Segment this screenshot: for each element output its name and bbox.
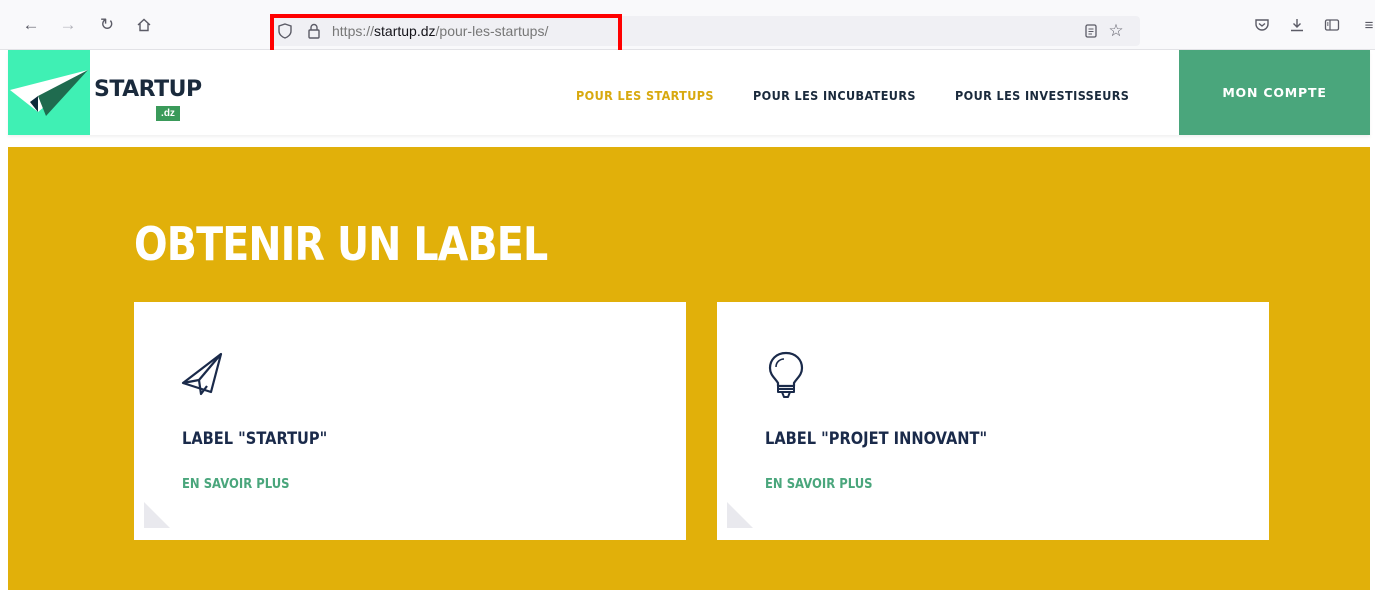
browser-toolbar: ← → ↻ https://startup.dz/pour-les-startu… <box>0 0 1375 61</box>
home-icon[interactable] <box>133 14 155 36</box>
logo-mark[interactable] <box>8 50 90 135</box>
menu-icon[interactable]: ≡ <box>1358 15 1375 35</box>
hero-section: OBTENIR UN LABEL LABEL "STARTUP" EN SAVO… <box>8 147 1370 590</box>
sidebar-icon[interactable] <box>1321 15 1343 35</box>
logo-suffix: .dz <box>156 106 180 121</box>
url-scheme: https:// <box>332 23 375 39</box>
nav-pour-les-startups[interactable]: POUR LES STARTUPS <box>576 88 714 103</box>
pocket-icon[interactable] <box>1251 15 1273 35</box>
nav-pour-les-investisseurs[interactable]: POUR LES INVESTISSEURS <box>955 88 1129 103</box>
reload-icon[interactable]: ↻ <box>96 14 118 36</box>
corner-triangle-icon <box>144 502 170 528</box>
paper-plane-logo-icon <box>10 70 88 116</box>
lock-icon[interactable] <box>306 23 322 39</box>
paper-plane-icon <box>181 352 223 396</box>
page-title: OBTENIR UN LABEL <box>134 217 548 271</box>
logo-text[interactable]: STARTUP <box>94 77 202 102</box>
nav-pour-les-incubateurs[interactable]: POUR LES INCUBATEURS <box>753 88 916 103</box>
reader-view-icon[interactable] <box>1083 23 1099 39</box>
address-bar[interactable]: https://startup.dz/pour-les-startups/ ☆ <box>270 16 1140 46</box>
en-savoir-plus-link[interactable]: EN SAVOIR PLUS <box>765 476 872 492</box>
url-path: /pour-les-startups/ <box>435 23 549 39</box>
download-icon[interactable] <box>1286 15 1308 35</box>
site-header: STARTUP .dz POUR LES STARTUPS POUR LES I… <box>8 50 1370 135</box>
lightbulb-icon <box>768 351 804 398</box>
corner-triangle-icon <box>727 502 753 528</box>
back-arrow-icon[interactable]: ← <box>20 14 42 36</box>
bookmark-star-icon[interactable]: ☆ <box>1108 21 1124 40</box>
url-host: startup.dz <box>374 23 436 39</box>
card-label-projet-innovant[interactable]: LABEL "PROJET INNOVANT" EN SAVOIR PLUS <box>717 302 1269 540</box>
card-label-startup[interactable]: LABEL "STARTUP" EN SAVOIR PLUS <box>134 302 686 540</box>
forward-arrow-icon[interactable]: → <box>57 14 79 36</box>
en-savoir-plus-link[interactable]: EN SAVOIR PLUS <box>182 476 289 492</box>
card-title: LABEL "PROJET INNOVANT" <box>765 429 988 449</box>
shield-icon[interactable] <box>277 23 293 39</box>
url-text[interactable]: https://startup.dz/pour-les-startups/ <box>332 23 548 39</box>
mon-compte-button[interactable]: MON COMPTE <box>1179 50 1370 135</box>
card-title: LABEL "STARTUP" <box>182 429 328 449</box>
